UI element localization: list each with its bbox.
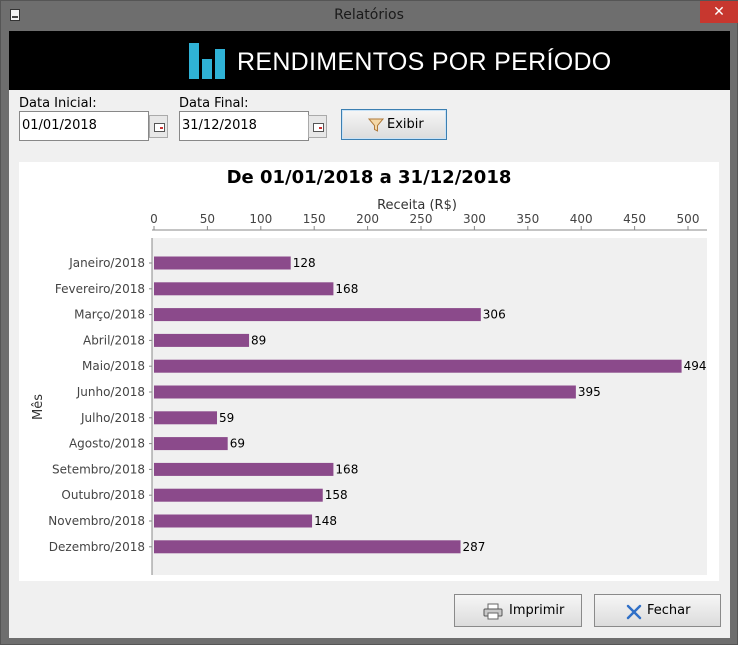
bar	[154, 385, 576, 399]
close-x-icon	[626, 604, 642, 620]
category-label: Outubro/2018	[61, 488, 145, 502]
filter-icon	[368, 118, 384, 132]
data-label: 494	[684, 359, 707, 373]
report-window: Relatórios ✕ RENDIMENTOS POR PERÍODO Dat…	[0, 0, 738, 645]
banner-title: RENDIMENTOS POR PERÍODO	[237, 48, 612, 76]
data-label: 89	[251, 333, 266, 347]
close-button[interactable]: Fechar	[594, 594, 721, 627]
category-label: Março/2018	[74, 308, 145, 322]
bar	[154, 282, 334, 296]
start-date-input[interactable]: 01/01/2018	[19, 111, 149, 141]
end-date-label: Data Final:	[179, 96, 249, 111]
bar	[154, 256, 291, 270]
category-label: Julho/2018	[80, 411, 145, 425]
window-title: Relatórios	[334, 7, 404, 23]
bar	[154, 411, 218, 425]
category-label: Abril/2018	[83, 333, 145, 347]
bar-chart-icon	[189, 43, 227, 79]
category-label: Agosto/2018	[69, 437, 145, 451]
data-label: 148	[314, 514, 337, 528]
x-tick-label: 0	[150, 212, 158, 226]
chart-title: De 01/01/2018 a 31/12/2018	[227, 167, 512, 188]
window-close-button[interactable]: ✕	[700, 1, 738, 23]
x-tick-label: 50	[200, 212, 215, 226]
y-axis-label: Mês	[31, 394, 46, 420]
printer-icon	[483, 603, 503, 620]
x-tick-label: 250	[410, 212, 433, 226]
end-date-picker-button[interactable]	[308, 115, 327, 138]
calendar-icon	[313, 123, 324, 132]
x-tick-label: 350	[516, 212, 539, 226]
window-client-area: RENDIMENTOS POR PERÍODO Data Inicial: 01…	[9, 31, 730, 638]
bar	[154, 308, 481, 322]
data-label: 306	[483, 308, 506, 322]
x-tick-label: 300	[463, 212, 486, 226]
bar	[154, 540, 461, 554]
revenue-bar-chart: De 01/01/2018 a 31/12/2018 Receita (R$) 0 5…	[31, 167, 707, 575]
show-report-button[interactable]: Exibir	[341, 109, 447, 140]
header-banner: RENDIMENTOS POR PERÍODO	[9, 31, 730, 90]
calendar-icon	[154, 123, 165, 132]
close-label: Fechar	[647, 603, 691, 618]
data-label: 158	[325, 488, 348, 502]
x-tick-label: 200	[356, 212, 379, 226]
x-tick-label: 150	[303, 212, 326, 226]
bar	[154, 333, 250, 347]
category-label: Setembro/2018	[52, 462, 145, 476]
x-tick-label: 450	[623, 212, 646, 226]
end-date-input[interactable]: 31/12/2018	[179, 111, 309, 141]
title-bar[interactable]: Relatórios ✕	[1, 1, 738, 31]
bar	[154, 359, 682, 373]
x-tick-label: 500	[677, 212, 700, 226]
data-label: 287	[463, 540, 486, 554]
category-label: Novembro/2018	[48, 514, 145, 528]
bar	[154, 514, 313, 528]
data-label: 69	[230, 437, 245, 451]
bar	[154, 462, 334, 476]
category-label: Fevereiro/2018	[55, 282, 145, 296]
start-date-label: Data Inicial:	[19, 96, 97, 111]
data-label: 168	[335, 282, 358, 296]
start-date-picker-button[interactable]	[149, 115, 168, 138]
category-label: Janeiro/2018	[68, 256, 145, 270]
show-report-label: Exibir	[387, 117, 424, 132]
x-tick-label: 400	[570, 212, 593, 226]
chart-panel: De 01/01/2018 a 31/12/2018 Receita (R$) 0 5…	[19, 162, 719, 581]
data-label: 168	[335, 462, 358, 476]
category-label: Maio/2018	[82, 359, 145, 373]
print-label: Imprimir	[509, 603, 565, 618]
bar	[154, 488, 323, 502]
data-label: 395	[578, 385, 601, 399]
category-label: Dezembro/2018	[49, 540, 145, 554]
bar	[154, 437, 228, 451]
data-label: 59	[219, 411, 234, 425]
x-tick-label: 100	[249, 212, 272, 226]
print-button[interactable]: Imprimir	[454, 594, 582, 627]
data-label: 128	[293, 256, 316, 270]
category-label: Junho/2018	[76, 385, 145, 399]
x-axis-label: Receita (R$)	[377, 198, 457, 213]
